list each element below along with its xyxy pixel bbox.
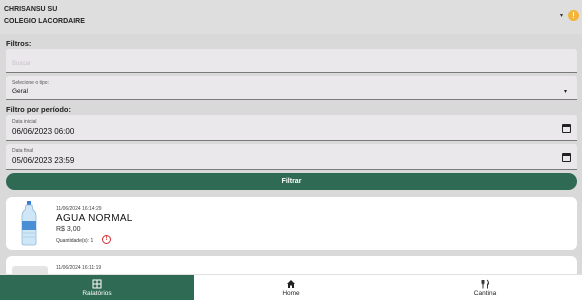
order-price: R$ 3,00: [56, 226, 81, 233]
nav-item-relatorios[interactable]: Ralatórios: [0, 275, 194, 300]
start-date-label: Data inicial: [12, 119, 37, 125]
water-bottle-icon: [21, 201, 37, 246]
order-title: AGUA NORMAL: [56, 213, 133, 224]
nav-label: Home: [282, 290, 300, 297]
order-card[interactable]: 11/06/2024 16:14:29 AGUA NORMAL R$ 3,00 …: [6, 197, 577, 250]
info-icon[interactable]: !: [102, 235, 111, 244]
end-date-field[interactable]: Data final 05/06/2023 23:59: [6, 144, 577, 170]
grid-icon: [92, 279, 102, 289]
filters-title: Filtros:: [6, 39, 32, 48]
nav-item-home[interactable]: Home: [194, 275, 388, 300]
calendar-icon[interactable]: [562, 124, 571, 133]
start-date-value: 06/06/2023 06:00: [12, 127, 75, 136]
calendar-icon[interactable]: [562, 153, 571, 162]
app-header: CHRISANSU SU COLEGIO LACORDAIRE ▾ !: [0, 0, 582, 34]
fork-knife-icon: [481, 279, 489, 289]
period-title: Filtro por período:: [6, 105, 71, 114]
nav-label: Ralatórios: [82, 290, 112, 297]
nav-item-cantina[interactable]: Cantina: [388, 275, 582, 300]
order-quantity: Quantidade(s): 1: [56, 238, 94, 244]
end-date-value: 05/06/2023 23:59: [12, 156, 75, 165]
bottom-nav: Ralatórios Home Cantina: [0, 274, 582, 300]
type-select[interactable]: Selecione o tipo: Geral ▾: [6, 76, 577, 100]
user-name: CHRISANSU SU: [4, 6, 58, 13]
order-date: 11/06/2024 16:14:29: [56, 206, 102, 212]
type-select-label: Selecione o tipo:: [12, 80, 49, 86]
end-date-label: Data final: [12, 148, 34, 154]
type-select-value: Geral: [12, 88, 28, 95]
filter-button[interactable]: Filtrar: [6, 173, 577, 190]
school-name: COLEGIO LACORDAIRE: [4, 18, 85, 25]
search-placeholder: Buscar: [12, 61, 31, 67]
nav-label: Cantina: [473, 290, 497, 297]
search-field[interactable]: Buscar: [6, 49, 577, 73]
chevron-down-icon[interactable]: ▾: [560, 12, 563, 19]
start-date-field[interactable]: Data inicial 06/06/2023 06:00: [6, 115, 577, 141]
home-icon: [287, 280, 295, 288]
order-date: 11/06/2024 16:11:19: [56, 265, 102, 271]
chevron-down-icon: ▾: [563, 89, 567, 95]
alert-icon[interactable]: !: [568, 10, 579, 21]
